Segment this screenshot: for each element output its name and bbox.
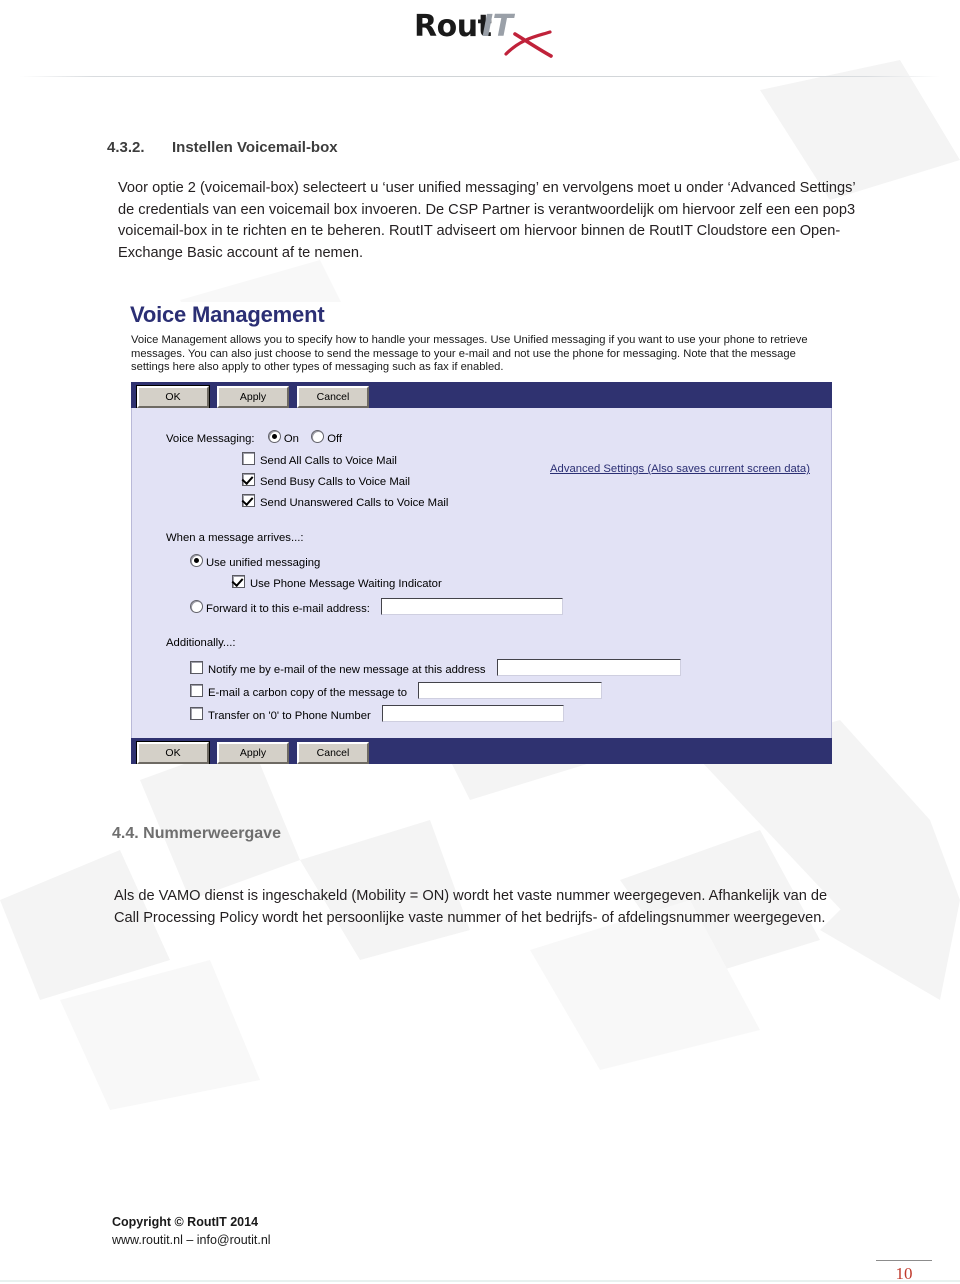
send-unanswered-calls-label: Send Unanswered Calls to Voice Mail (260, 497, 449, 509)
send-busy-calls-checkbox[interactable] (242, 473, 255, 486)
section-title-44: 4.4. Nummerweergave (112, 825, 281, 842)
use-unified-messaging-label: Use unified messaging (206, 557, 321, 569)
carbon-copy-row[interactable]: E-mail a carbon copy of the message to (190, 682, 603, 699)
send-all-calls-checkbox[interactable] (242, 452, 255, 465)
use-unified-messaging-row[interactable]: Use unified messaging (190, 554, 320, 569)
paragraph-nummerweergave: Als de VAMO dienst is ingeschakeld (Mobi… (114, 888, 828, 926)
mwi-checkbox[interactable] (232, 575, 245, 588)
send-busy-calls-label: Send Busy Calls to Voice Mail (260, 476, 411, 488)
footer-divider (0, 1280, 960, 1282)
when-message-arrives-label: When a message arrives...: (166, 532, 304, 544)
ok-button-top[interactable]: OK (136, 385, 210, 409)
section-title-432: Instellen Voicemail-box (172, 139, 338, 156)
top-button-bar: OK Apply Cancel (131, 382, 832, 409)
voice-messaging-on-radio[interactable] (267, 430, 281, 443)
page-header: Rout IT (0, 0, 960, 78)
send-busy-calls-row[interactable]: Send Busy Calls to Voice Mail (242, 473, 410, 488)
mwi-label: Use Phone Message Waiting Indicator (250, 578, 442, 590)
voice-management-form: Voice Messaging: On Off Send All Calls t… (131, 408, 832, 738)
header-divider (20, 76, 940, 77)
voice-management-description: Voice Management allows you to specify h… (131, 334, 808, 374)
use-unified-messaging-radio[interactable] (190, 554, 203, 567)
logo-text-rout: Rout (414, 9, 492, 44)
voice-messaging-off-radio[interactable] (311, 430, 325, 443)
paragraph-voicemail: Voor optie 2 (voicemail-box) selecteert … (118, 180, 856, 261)
section-number-432: 4.3.2. (107, 139, 145, 156)
voice-messaging-row: Voice Messaging: On Off (166, 430, 342, 445)
cancel-button-bottom[interactable]: Cancel (297, 742, 369, 764)
transfer-zero-row[interactable]: Transfer on '0' to Phone Number (190, 705, 565, 722)
carbon-copy-checkbox[interactable] (190, 684, 203, 697)
transfer-zero-checkbox[interactable] (190, 707, 203, 720)
send-unanswered-calls-checkbox[interactable] (242, 494, 255, 507)
send-unanswered-calls-row[interactable]: Send Unanswered Calls to Voice Mail (242, 494, 448, 509)
send-all-calls-row[interactable]: Send All Calls to Voice Mail (242, 452, 397, 467)
routit-logo: Rout IT (414, 9, 553, 58)
forward-email-row[interactable]: Forward it to this e-mail address: (190, 598, 564, 615)
page-number-rule (876, 1260, 932, 1261)
forward-email-input[interactable] (381, 598, 564, 615)
copyright-text: Copyright © RoutIT 2014 (112, 1215, 259, 1229)
voice-messaging-on-label: On (283, 433, 299, 445)
forward-email-radio[interactable] (190, 600, 203, 613)
carbon-copy-label: E-mail a carbon copy of the message to (208, 687, 408, 699)
advanced-settings-link[interactable]: Advanced Settings (Also saves current sc… (550, 463, 810, 475)
notify-email-checkbox[interactable] (190, 661, 203, 674)
carbon-copy-input[interactable] (418, 682, 603, 699)
transfer-zero-input[interactable] (382, 705, 565, 722)
transfer-zero-label: Transfer on '0' to Phone Number (208, 710, 371, 722)
contact-text: www.routit.nl – info@routit.nl (112, 1233, 271, 1247)
ok-button-bottom[interactable]: OK (136, 741, 210, 764)
voice-management-screenshot: Voice Management Voice Management allows… (130, 302, 832, 764)
notify-email-input[interactable] (496, 659, 681, 676)
forward-email-label: Forward it to this e-mail address: (206, 603, 370, 615)
send-all-calls-label: Send All Calls to Voice Mail (260, 455, 397, 467)
logo-text-it: IT (482, 9, 516, 44)
apply-button-top[interactable]: Apply (217, 386, 289, 408)
voice-messaging-label: Voice Messaging: (166, 433, 255, 445)
voice-messaging-off-label: Off (327, 433, 343, 445)
mwi-row[interactable]: Use Phone Message Waiting Indicator (232, 575, 442, 590)
notify-email-label: Notify me by e-mail of the new message a… (208, 664, 486, 676)
notify-email-row[interactable]: Notify me by e-mail of the new message a… (190, 659, 681, 676)
bottom-button-bar: OK Apply Cancel (131, 738, 832, 764)
cancel-button-top[interactable]: Cancel (297, 386, 369, 408)
voice-management-title: Voice Management (130, 302, 325, 327)
apply-button-bottom[interactable]: Apply (217, 742, 289, 764)
page-number: 10 (895, 1264, 913, 1283)
additionally-label: Additionally...: (166, 637, 236, 649)
